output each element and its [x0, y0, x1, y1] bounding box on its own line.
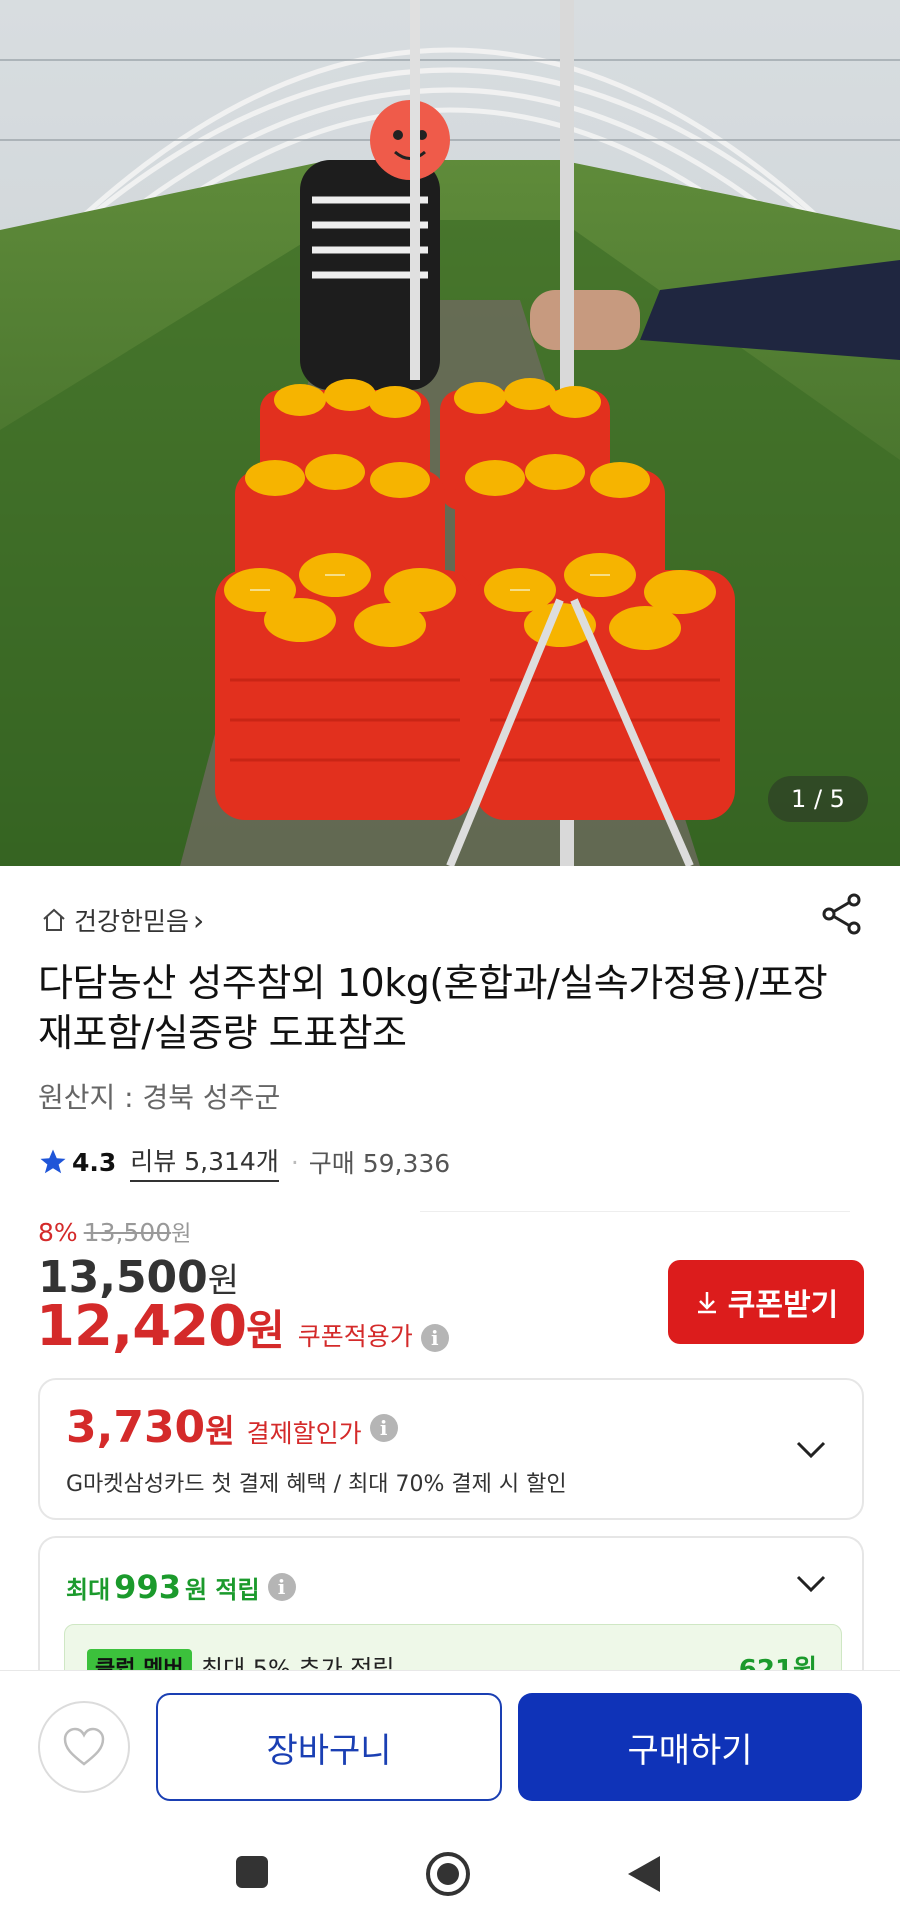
- buy-now-button[interactable]: 구매하기: [518, 1693, 862, 1801]
- back-icon[interactable]: [626, 1854, 662, 1894]
- divider: [420, 1211, 850, 1212]
- chevron-down-icon[interactable]: [794, 1566, 828, 1600]
- heart-icon: [63, 1727, 105, 1766]
- share-icon[interactable]: [820, 892, 864, 936]
- product-image[interactable]: 1 / 5: [0, 0, 900, 866]
- recent-apps-icon[interactable]: [234, 1854, 270, 1890]
- payment-discount-value: 3,730: [66, 1402, 206, 1453]
- store-link[interactable]: 건강한믿음 ›: [40, 902, 204, 938]
- review-link[interactable]: 리뷰 5,314개: [130, 1142, 279, 1182]
- image-counter: 1 / 5: [768, 776, 868, 822]
- home-icon: [43, 908, 65, 931]
- origin-text: 원산지 : 경북 성주군: [38, 1081, 281, 1114]
- coupon-button-label: 쿠폰받기: [727, 1288, 839, 1323]
- chevron-down-icon[interactable]: [794, 1432, 828, 1466]
- chevron-right-icon: ›: [193, 903, 205, 937]
- payment-discount-card[interactable]: 3,730 원 결제할인가 i G마켓삼성카드 첫 결제 혜택 / 최대 70%…: [38, 1378, 864, 1520]
- rating-row: 4.3 리뷰 5,314개 · 구매 59,336: [38, 1142, 450, 1182]
- payment-discount-desc: G마켓삼성카드 첫 결제 혜택 / 최대 70% 결제 시 할인: [66, 1472, 567, 1497]
- coupon-price-value: 12,420: [36, 1294, 247, 1359]
- bottom-action-bar: 장바구니 구매하기: [0, 1670, 900, 1821]
- store-name: 건강한믿음: [74, 907, 190, 936]
- home-button-icon[interactable]: [424, 1850, 472, 1898]
- coupon-download-button[interactable]: 쿠폰받기: [668, 1260, 864, 1344]
- payment-discount-amount: 3,730 원 결제할인가 i: [66, 1402, 398, 1453]
- rating-score: 4.3: [72, 1147, 117, 1177]
- info-icon[interactable]: i: [267, 1573, 296, 1601]
- coupon-price-label: 쿠폰적용가: [297, 1322, 413, 1351]
- points-suffix: 원 적립: [184, 1576, 260, 1604]
- add-to-cart-button[interactable]: 장바구니: [156, 1693, 502, 1801]
- points-summary: 최대 993 원 적립 i: [66, 1568, 296, 1606]
- coupon-price: 12,420원: [36, 1294, 285, 1359]
- coupon-price-row: 12,420원 쿠폰적용가 i: [36, 1294, 449, 1359]
- purchase-count: 구매 59,336: [308, 1149, 451, 1178]
- product-title: 다담농산 성주참외 10kg(혼합과/실속가정용)/포장재포함/실중량 도표참조: [38, 961, 828, 1055]
- original-price: 13,500: [83, 1218, 172, 1247]
- wishlist-button[interactable]: [38, 1701, 130, 1793]
- discount-row: 8% 13,500 원: [38, 1216, 191, 1248]
- discount-percent: 8%: [38, 1218, 78, 1247]
- original-price-unit: 원: [171, 1222, 192, 1247]
- info-icon[interactable]: i: [369, 1413, 398, 1442]
- coupon-price-unit: 원: [246, 1306, 285, 1355]
- download-icon: [697, 1292, 716, 1314]
- system-nav-bar: [0, 1820, 900, 1928]
- payment-discount-label: 결제할인가: [246, 1419, 362, 1448]
- separator-dot: ·: [290, 1147, 299, 1177]
- payment-discount-unit: 원: [205, 1412, 235, 1450]
- info-icon[interactable]: i: [420, 1324, 449, 1352]
- star-icon: [40, 1149, 66, 1174]
- points-prefix: 최대: [66, 1576, 111, 1604]
- points-amount: 993: [114, 1568, 181, 1606]
